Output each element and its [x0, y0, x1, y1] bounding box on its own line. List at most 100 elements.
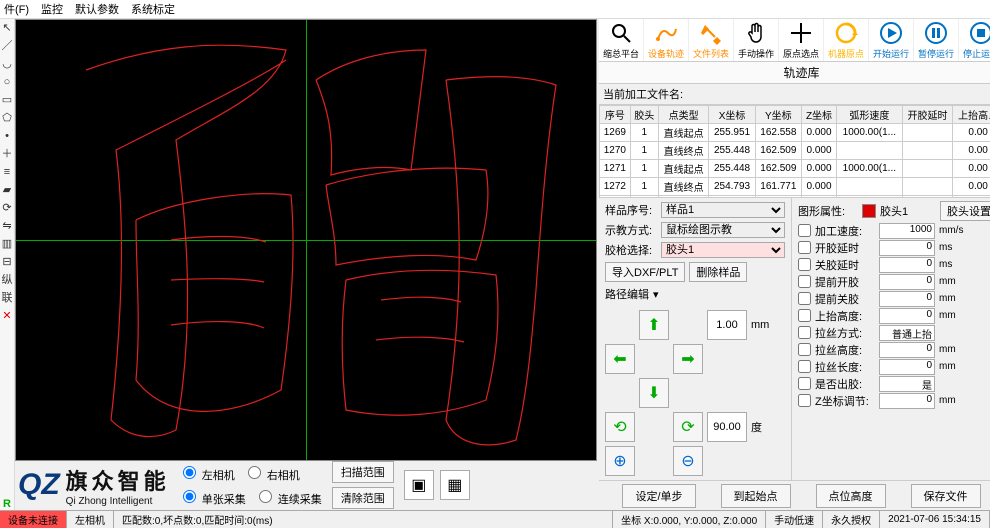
param-check-9[interactable]	[798, 377, 811, 390]
param-value[interactable]: 0	[879, 393, 935, 409]
action-btn-1[interactable]: 到起始点	[721, 484, 791, 508]
table-row[interactable]: 12701直线终点255.448162.5090.0000.00	[600, 142, 990, 160]
tool-cn2[interactable]: 联	[0, 291, 14, 305]
dropdown-icon[interactable]: ▾	[653, 288, 659, 301]
jog-left[interactable]: ⬅	[605, 344, 635, 374]
menu-monitor[interactable]: 监控	[41, 1, 63, 17]
table-row[interactable]: 12711直线起点255.448162.5090.0001000.00(1...…	[600, 160, 990, 178]
tool-fill[interactable]: ▰	[0, 183, 14, 197]
param-check-7[interactable]	[798, 343, 811, 356]
tool-cn1[interactable]: 纵	[0, 273, 14, 287]
teach-select[interactable]: 鼠标绘图示教	[661, 222, 785, 238]
toolbtn-origin[interactable]: 原点选点	[779, 19, 824, 61]
param-check-3[interactable]	[798, 275, 811, 288]
param-label: Z坐标调节:	[815, 393, 875, 409]
toolbtn-play[interactable]: 开始运行	[869, 19, 914, 61]
sample-form: 样品序号:样品1 示教方式:鼠标绘图示教 胶枪选择:胶头1 导入DXF/PLT删…	[599, 198, 792, 480]
menu-params[interactable]: 默认参数	[75, 1, 119, 17]
tool-plus[interactable]: ＋	[0, 147, 14, 161]
col-header: Z坐标	[802, 106, 837, 124]
tool-mirror[interactable]: ⇋	[0, 219, 14, 233]
single-capture-radio[interactable]: 单张采集	[178, 487, 246, 507]
logo: QZ 旗众智能Qi Zhong Intelligent	[18, 464, 170, 507]
param-check-10[interactable]	[798, 394, 811, 407]
tool-arc[interactable]: ◡	[0, 57, 14, 71]
tool-rotate[interactable]: ⟳	[0, 201, 14, 215]
param-check-0[interactable]	[798, 224, 811, 237]
toolbtn-path[interactable]: 设备轨迹	[644, 19, 689, 61]
action-btn-0[interactable]: 设定/单步	[622, 484, 695, 508]
simulate-button[interactable]: ▦	[440, 470, 470, 500]
param-unit: mm	[939, 276, 963, 287]
left-cam-radio[interactable]: 左相机	[178, 463, 235, 483]
tool-reg[interactable]: R	[0, 497, 14, 511]
param-value[interactable]: 0	[879, 291, 935, 307]
glue-select[interactable]: 胶头1	[661, 242, 785, 258]
param-label: 开胶延时	[815, 240, 875, 256]
table-row[interactable]: 12721直线终点254.793161.7710.0000.00	[600, 178, 990, 196]
param-value[interactable]: 0	[879, 274, 935, 290]
point-table[interactable]: 序号胶头点类型X坐标Y坐标Z坐标弧形速度开胶延时上抬高…12691直线起点255…	[599, 105, 990, 198]
param-value[interactable]: 1000	[879, 223, 935, 239]
toolbtn-pause[interactable]: 暂停运行	[914, 19, 959, 61]
tool-align[interactable]: ▥	[0, 237, 14, 251]
jog-step-input[interactable]	[707, 310, 747, 340]
param-value[interactable]: 普通上抬	[879, 325, 935, 341]
rotate-ccw[interactable]: ⟲	[605, 412, 635, 442]
unit-deg: 度	[751, 419, 769, 435]
param-value[interactable]: 0	[879, 240, 935, 256]
tool-line[interactable]: ／	[0, 39, 14, 53]
status-mode: 手动低速	[766, 511, 823, 528]
tool-poly[interactable]: ⬠	[0, 111, 14, 125]
tool-point[interactable]: •	[0, 129, 14, 143]
design-canvas[interactable]	[15, 19, 597, 461]
toolbtn-hand[interactable]: 手动操作	[734, 19, 779, 61]
shape-attr-label: 图形属性:	[798, 203, 858, 219]
zoom-out-btn[interactable]: ⊖	[673, 446, 703, 476]
tool-gap[interactable]: ⊟	[0, 255, 14, 269]
menu-sys[interactable]: 系统标定	[131, 1, 175, 17]
toolbtn-stop[interactable]: 停止运行	[959, 19, 990, 61]
status-auth: 永久授权	[823, 511, 880, 528]
toolbtn-home[interactable]: 机器原点	[824, 19, 869, 61]
toolbtn-tools[interactable]: 文件列表	[689, 19, 734, 61]
param-check-8[interactable]	[798, 360, 811, 373]
head-setting-button[interactable]: 胶头设置	[940, 201, 990, 221]
param-check-2[interactable]	[798, 258, 811, 271]
toolbtn-zoom[interactable]: 缩总平台	[599, 19, 644, 61]
delete-sample-button[interactable]: 删除样品	[689, 262, 747, 282]
rotate-cw[interactable]: ⟳	[673, 412, 703, 442]
fit-extents-button[interactable]: ▣	[404, 470, 434, 500]
tool-pointer[interactable]: ↖	[0, 21, 14, 35]
param-label: 是否出胶:	[815, 376, 875, 392]
right-cam-radio[interactable]: 右相机	[243, 463, 300, 483]
param-check-6[interactable]	[798, 326, 811, 339]
param-value[interactable]: 0	[879, 308, 935, 324]
table-row[interactable]: 12691直线起点255.951162.5580.0001000.00(1...…	[600, 124, 990, 142]
action-btn-3[interactable]: 保存文件	[911, 484, 981, 508]
param-label: 拉丝高度:	[815, 342, 875, 358]
param-value[interactable]: 是	[879, 376, 935, 392]
tool-x[interactable]: ≡	[0, 165, 14, 179]
status-device: 设备未连接	[0, 511, 67, 528]
tool-circle[interactable]: ○	[0, 75, 14, 89]
cont-capture-radio[interactable]: 连续采集	[254, 487, 322, 507]
param-check-1[interactable]	[798, 241, 811, 254]
jog-up[interactable]: ⬆	[639, 310, 669, 340]
jog-angle-input[interactable]	[707, 412, 747, 442]
param-check-5[interactable]	[798, 309, 811, 322]
clear-range-button[interactable]: 清除范围	[332, 487, 394, 509]
sample-no-select[interactable]: 样品1	[661, 202, 785, 218]
scan-range-button[interactable]: 扫描范围	[332, 461, 394, 483]
action-btn-2[interactable]: 点位高度	[816, 484, 886, 508]
tool-rect[interactable]: ▭	[0, 93, 14, 107]
import-button[interactable]: 导入DXF/PLT	[605, 262, 685, 282]
menu-file[interactable]: 件(F)	[4, 1, 29, 17]
jog-right[interactable]: ➡	[673, 344, 703, 374]
jog-down[interactable]: ⬇	[639, 378, 669, 408]
tool-close[interactable]: ✕	[0, 309, 14, 323]
param-value[interactable]: 0	[879, 257, 935, 273]
param-value[interactable]: 0	[879, 359, 935, 375]
param-check-4[interactable]	[798, 292, 811, 305]
param-value[interactable]: 0	[879, 342, 935, 358]
